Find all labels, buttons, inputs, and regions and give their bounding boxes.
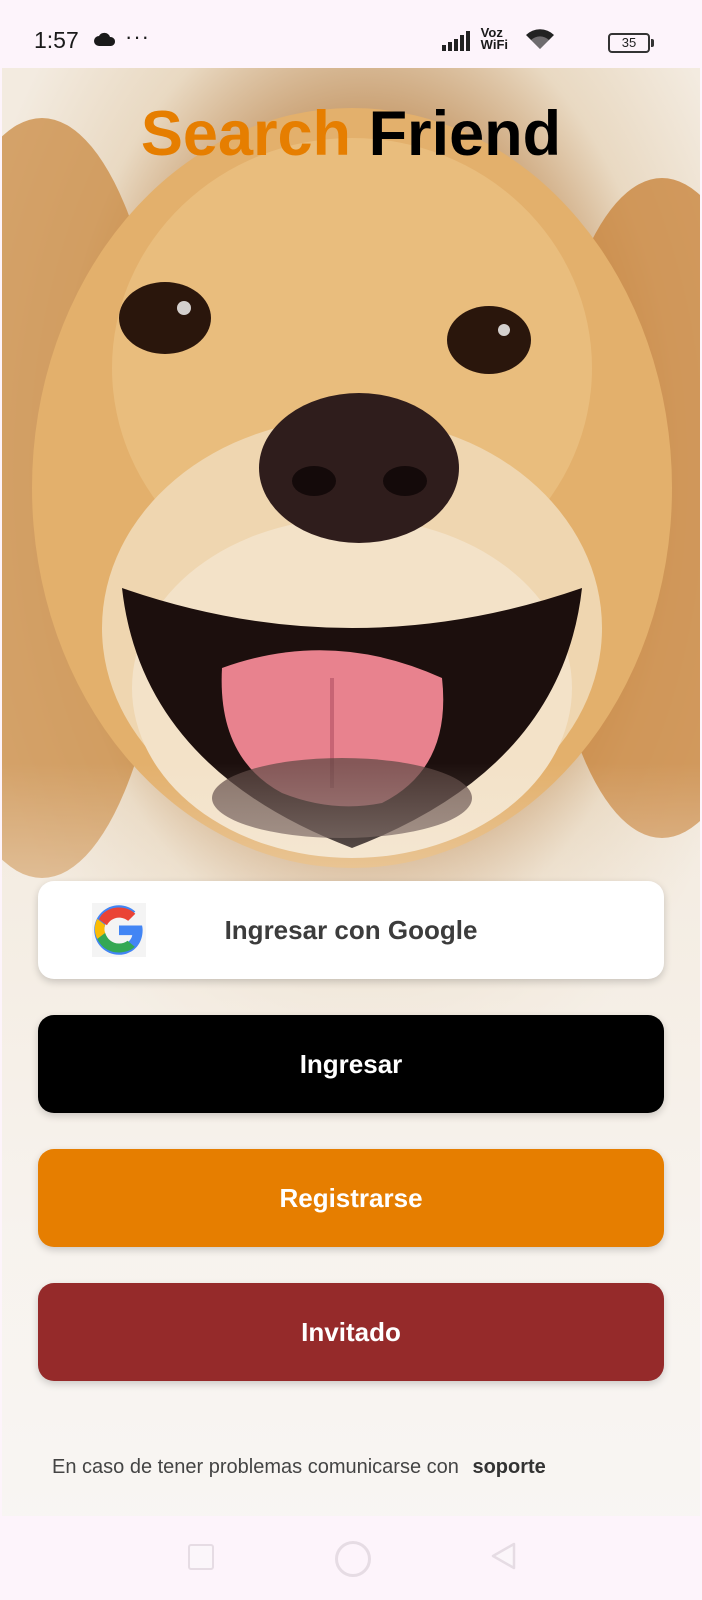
voz-wifi-label: Voz WiFi <box>480 26 508 52</box>
triangle-back-icon[interactable] <box>490 1542 516 1570</box>
battery-icon: 35 <box>608 33 654 53</box>
status-bar: 1:57 ··· Voz WiFi 35 <box>0 0 702 68</box>
more-notifications-icon: ··· <box>125 24 150 49</box>
wifi-icon <box>526 29 554 49</box>
guest-button-label: Invitado <box>301 1316 401 1347</box>
title-search: Search <box>140 99 352 169</box>
signal-icon <box>442 31 470 51</box>
support-link[interactable]: soporte <box>472 1456 545 1478</box>
system-nav-bar <box>0 1516 702 1600</box>
register-button-label: Registrarse <box>279 1182 423 1213</box>
status-time: 1:57 <box>34 27 79 53</box>
login-button[interactable]: Ingresar <box>38 1015 664 1113</box>
cloud-icon <box>94 32 116 46</box>
title-friend: Friend <box>368 99 562 169</box>
support-footer: En caso de tener problemas comunicarse c… <box>52 1456 546 1479</box>
support-text: En caso de tener problemas comunicarse c… <box>52 1456 459 1478</box>
google-icon <box>92 903 146 957</box>
login-button-label: Ingresar <box>299 1048 403 1079</box>
register-button[interactable]: Registrarse <box>38 1149 664 1247</box>
wifi-label: WiFi <box>480 37 508 52</box>
square-icon[interactable] <box>188 1544 214 1570</box>
guest-button[interactable]: Invitado <box>38 1283 664 1381</box>
google-login-button[interactable]: Ingresar con Google <box>38 881 664 979</box>
google-button-label: Ingresar con Google <box>224 914 478 945</box>
app-title: Search Friend <box>0 98 702 170</box>
circle-icon[interactable] <box>335 1541 371 1577</box>
status-icons: Voz WiFi 35 <box>442 26 654 57</box>
